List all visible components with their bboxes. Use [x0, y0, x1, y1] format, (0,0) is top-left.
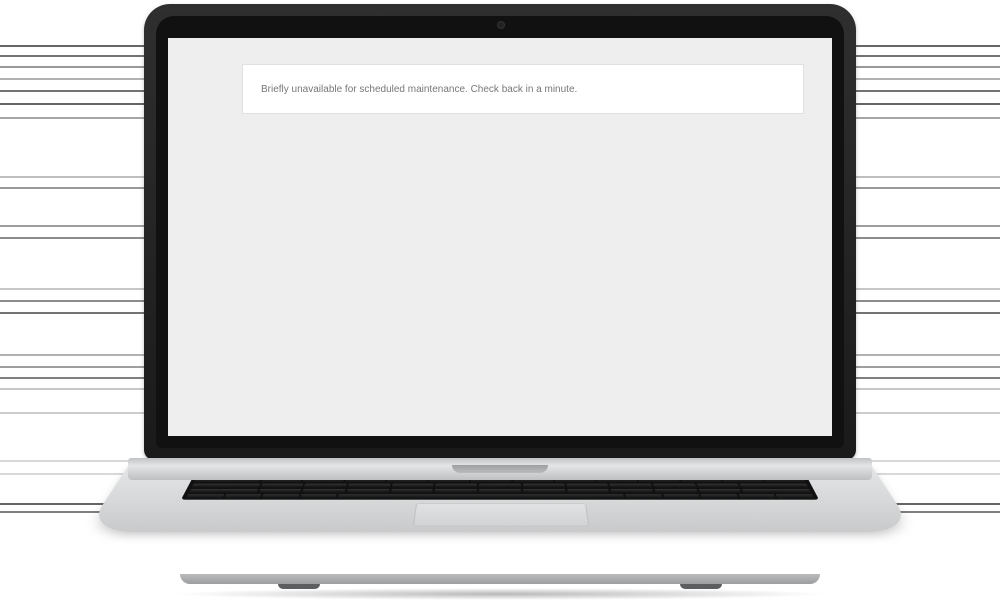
laptop-hinge: [128, 458, 872, 480]
laptop-bezel: Briefly unavailable for scheduled mainte…: [156, 16, 844, 448]
laptop-screen: Briefly unavailable for scheduled mainte…: [168, 38, 832, 436]
laptop-shadow: [168, 588, 832, 600]
decor-streak: [864, 460, 1000, 462]
laptop-foot: [278, 584, 320, 589]
camera-icon: [497, 21, 505, 29]
decor-streak: [852, 117, 1000, 119]
laptop-foot: [680, 584, 722, 589]
decor-streak: [0, 473, 132, 475]
decor-streak: [850, 388, 1000, 390]
decor-streak: [0, 412, 146, 414]
decor-streak: [0, 117, 148, 119]
maintenance-notice: Briefly unavailable for scheduled mainte…: [242, 64, 804, 114]
scene: Briefly unavailable for scheduled mainte…: [0, 0, 1000, 604]
decor-streak: [0, 460, 136, 462]
laptop-front-edge: [180, 574, 820, 584]
decor-streak: [850, 288, 1000, 290]
maintenance-message: Briefly unavailable for scheduled mainte…: [261, 84, 577, 95]
laptop-illustration: Briefly unavailable for scheduled mainte…: [128, 4, 872, 600]
trackpad: [413, 503, 590, 526]
decor-streak: [868, 473, 1000, 475]
decor-streak: [854, 412, 1000, 414]
